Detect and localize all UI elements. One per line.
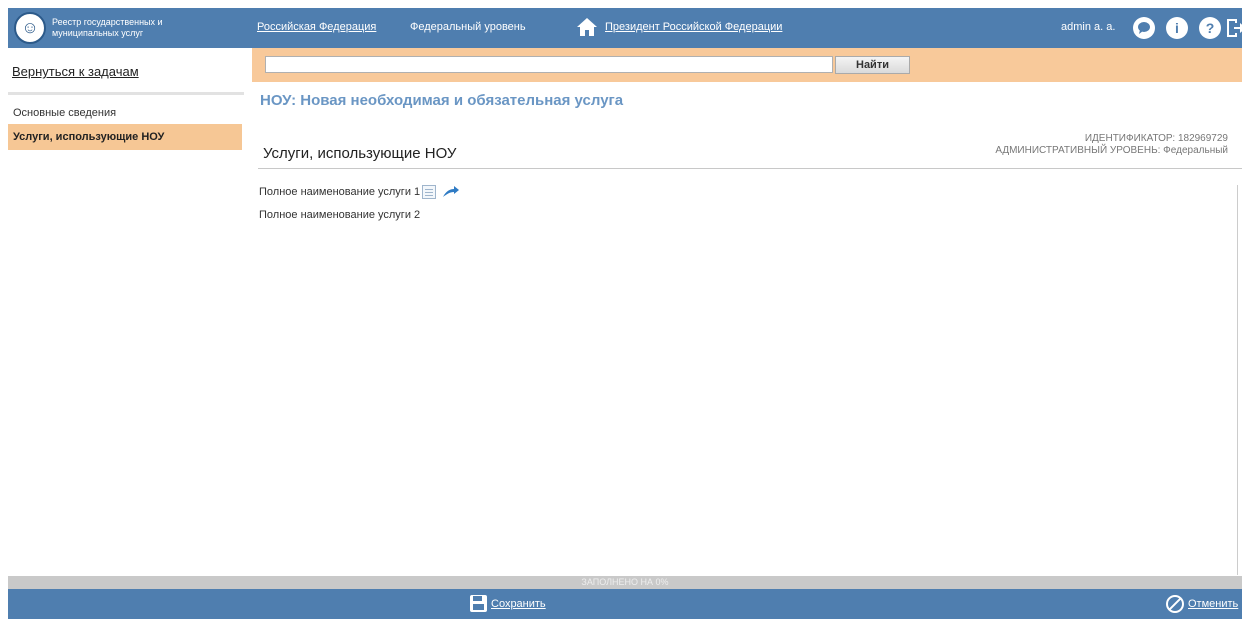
service-item: Полное наименование услуги 2	[259, 209, 420, 221]
top-bar: ☺ Реестр государственных и муниципальных…	[8, 8, 1242, 48]
progress-label: ЗАПОЛНЕНО НА 0%	[581, 577, 669, 587]
service-item: Полное наименование услуги 1	[259, 185, 460, 199]
chat-icon[interactable]	[1133, 17, 1155, 39]
search-bar: Найти	[252, 48, 1242, 82]
floppy-disk-icon	[470, 595, 487, 612]
scrollbar[interactable]	[1237, 185, 1240, 575]
logo-line-1: Реестр государственных и	[52, 17, 163, 27]
cancel-label: Отменить	[1188, 598, 1239, 610]
search-input[interactable]	[265, 56, 833, 73]
logo[interactable]: ☺ Реестр государственных и муниципальных…	[14, 11, 254, 45]
save-label: Сохранить	[491, 597, 546, 610]
page-title: НОУ: Новая необходимая и обязательная ус…	[260, 92, 624, 109]
save-button[interactable]: Сохранить	[470, 595, 546, 612]
search-button[interactable]: Найти	[835, 56, 910, 74]
open-link-arrow-icon[interactable]	[442, 185, 460, 199]
logout-icon[interactable]	[1225, 17, 1242, 39]
sidebar-item-main-info[interactable]: Основные сведения	[8, 100, 242, 126]
fill-progress-bar: ЗАПОЛНЕНО НА 0%	[8, 576, 1242, 589]
logo-icon: ☺	[14, 12, 46, 44]
service-name: Полное наименование услуги 1	[259, 186, 421, 198]
record-meta: ИДЕНТИФИКАТОР: 182969729 АДМИНИСТРАТИВНЫ…	[995, 133, 1228, 157]
nav-federation-link[interactable]: Российская Федерация	[257, 21, 376, 33]
service-name: Полное наименование услуги 2	[259, 209, 421, 221]
sidebar-divider	[8, 92, 244, 95]
section-title: Услуги, использующие НОУ	[263, 145, 457, 162]
sidebar-item-services-using-nou[interactable]: Услуги, использующие НОУ	[8, 124, 242, 150]
page: ☺ Реестр государственных и муниципальных…	[0, 0, 1242, 619]
help-icon[interactable]: ?	[1199, 17, 1221, 39]
identifier: ИДЕНТИФИКАТОР: 182969729	[1084, 133, 1228, 144]
cancel-icon	[1166, 595, 1184, 613]
sidebar: Вернуться к задачам Основные сведения Ус…	[8, 48, 252, 576]
home-icon[interactable]	[576, 17, 598, 37]
admin-level: АДМИНИСТРАТИВНЫЙ УРОВЕНЬ: Федеральный	[995, 145, 1228, 156]
nav-president-link[interactable]: Президент Российской Федерации	[605, 21, 782, 33]
nav-level[interactable]: Федеральный уровень	[410, 21, 526, 33]
info-icon[interactable]: i	[1166, 17, 1188, 39]
back-to-tasks-link[interactable]: Вернуться к задачам	[12, 64, 139, 79]
user-name[interactable]: admin a. a.	[1061, 21, 1115, 33]
logo-line-2: муниципальных услуг	[52, 28, 144, 38]
cancel-button[interactable]: Отменить	[1166, 595, 1238, 613]
bottom-bar: Сохранить Отменить	[8, 589, 1242, 619]
section-divider	[258, 168, 1242, 169]
document-icon[interactable]	[422, 185, 437, 199]
